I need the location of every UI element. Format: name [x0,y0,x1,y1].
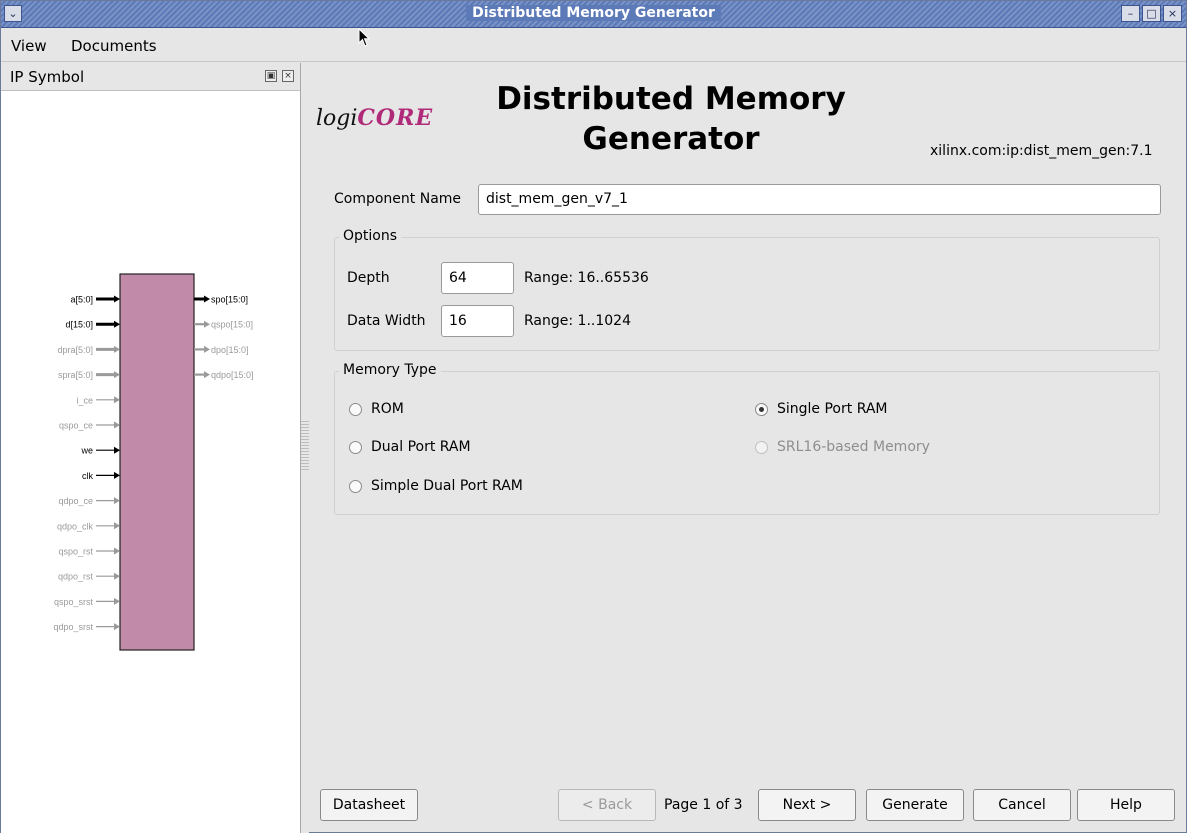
help-button[interactable]: Help [1077,789,1175,821]
pin-label-qdpo_ce: qdpo_ce [58,496,93,506]
pin-arrow-qspo_srst [114,597,120,605]
radio-single-port-ram-label: Single Port RAM [777,401,888,417]
ip-symbol-title: IP Symbol [10,68,85,86]
title-bar: ⌄ Distributed Memory Generator – □ × [1,1,1186,28]
depth-range: Range: 16..65536 [524,270,649,286]
close-panel-icon[interactable]: × [282,70,294,82]
depth-field[interactable]: 64 [441,262,514,294]
data-width-field[interactable]: 16 [441,305,514,337]
depth-label: Depth [347,270,390,286]
pin-arrow-dpo[15:0] [204,345,210,353]
logicore-logo: logiCORE [316,105,434,131]
pin-label-qspo_ce: qspo_ce [59,421,93,431]
back-button: < Back [558,789,656,821]
radio-single-port-ram-indicator[interactable] [755,402,768,416]
pin-arrow-qdpo_clk [114,522,120,530]
radio-simple-dual-port-ram-indicator[interactable] [349,479,362,493]
radio-srl16-memory: SRL16-based Memory [755,439,930,455]
ip-identifier: xilinx.com:ip:dist_mem_gen:7.1 [930,143,1153,159]
menu-view[interactable]: View [11,37,47,55]
splitter-grip[interactable] [301,421,309,471]
pin-arrow-a[5:0] [114,295,120,303]
ip-symbol-header: IP Symbol ▣ × [1,63,300,91]
radio-srl16-memory-label: SRL16-based Memory [777,439,930,455]
mouse-cursor-icon [358,28,371,47]
pin-label-spo[15:0]: spo[15:0] [211,295,248,305]
pin-arrow-qdpo_rst [114,572,120,580]
menu-bar: View Documents [1,28,1186,62]
generate-button[interactable]: Generate [866,789,964,821]
memory-type-group-title: Memory Type [339,362,441,378]
data-width-label: Data Width [347,313,426,329]
radio-rom-indicator[interactable] [349,402,362,416]
component-name-label: Component Name [334,191,462,207]
radio-srl16-memory-indicator [755,440,768,454]
radio-rom[interactable]: ROM [349,401,404,417]
minimize-icon[interactable]: – [1121,5,1140,22]
ip-symbol-panel: IP Symbol ▣ × a[5:0] d[15:0] dpra[5:0] spra… [1,63,301,833]
radio-dual-port-ram[interactable]: Dual Port RAM [349,439,471,455]
pin-label-qdpo_clk: qdpo_clk [57,521,94,531]
pin-label-qdpo[15:0]: qdpo[15:0] [211,370,254,380]
pin-label-qspo_rst: qspo_rst [58,547,93,557]
radio-simple-dual-port-ram-label: Simple Dual Port RAM [371,478,523,494]
pin-label-a[5:0]: a[5:0] [70,295,93,305]
cancel-button[interactable]: Cancel [973,789,1071,821]
pin-arrow-we [114,446,120,454]
pin-arrow-dpra[5:0] [114,345,120,353]
panel-splitter[interactable] [301,63,309,833]
window-controls: – □ × [1121,5,1182,22]
radio-rom-label: ROM [371,401,404,417]
radio-single-port-ram[interactable]: Single Port RAM [755,401,888,417]
pin-arrow-qspo_ce [114,421,120,429]
radio-simple-dual-port-ram[interactable]: Simple Dual Port RAM [349,478,523,494]
pin-label-qspo[15:0]: qspo[15:0] [211,320,253,330]
pin-arrow-spra[5:0] [114,371,120,379]
pin-arrow-d[15:0] [114,320,120,328]
next-button[interactable]: Next > [758,789,856,821]
pin-label-we: we [80,446,93,456]
datasheet-button[interactable]: Datasheet [320,789,418,821]
pin-label-dpra[5:0]: dpra[5:0] [57,345,93,355]
pin-label-qdpo_srst: qdpo_srst [53,622,93,632]
component-name-field[interactable]: dist_mem_gen_v7_1 [478,184,1161,215]
pin-label-qspo_srst: qspo_srst [54,597,94,607]
pin-arrow-spo[15:0] [204,295,210,303]
options-group-title: Options [339,228,402,244]
pin-arrow-qdpo_ce [114,497,120,505]
pin-label-d[15:0]: d[15:0] [65,320,93,330]
data-width-range: Range: 1..1024 [524,313,631,329]
pin-label-qdpo_rst: qdpo_rst [58,572,94,582]
ip-block [119,273,195,651]
close-icon[interactable]: × [1163,5,1182,22]
pin-arrow-qspo_rst [114,547,120,555]
radio-dual-port-ram-indicator[interactable] [349,440,362,454]
pin-arrow-clk [114,471,120,479]
pin-arrow-i_ce [114,396,120,404]
menu-documents[interactable]: Documents [71,37,157,55]
pin-label-dpo[15:0]: dpo[15:0] [211,345,249,355]
app-window: ⌄ Distributed Memory Generator – □ × Vie… [0,0,1187,833]
pin-arrow-qdpo[15:0] [204,371,210,379]
restore-panel-icon[interactable]: ▣ [265,70,277,82]
window-title: Distributed Memory Generator [466,5,721,21]
ip-symbol-diagram: a[5:0] d[15:0] dpra[5:0] spra[5:0] i_ce qspo_… [53,273,254,651]
page-indicator: Page 1 of 3 [664,797,743,813]
pin-label-i_ce: i_ce [76,395,93,405]
page-title: Distributed Memory Generator [496,81,846,157]
pin-label-spra[5:0]: spra[5:0] [58,370,93,380]
maximize-icon[interactable]: □ [1142,5,1161,22]
pin-arrow-qdpo_srst [114,623,120,631]
pin-label-clk: clk [82,471,93,481]
pin-arrow-qspo[15:0] [204,320,210,328]
radio-dual-port-ram-label: Dual Port RAM [371,439,471,455]
